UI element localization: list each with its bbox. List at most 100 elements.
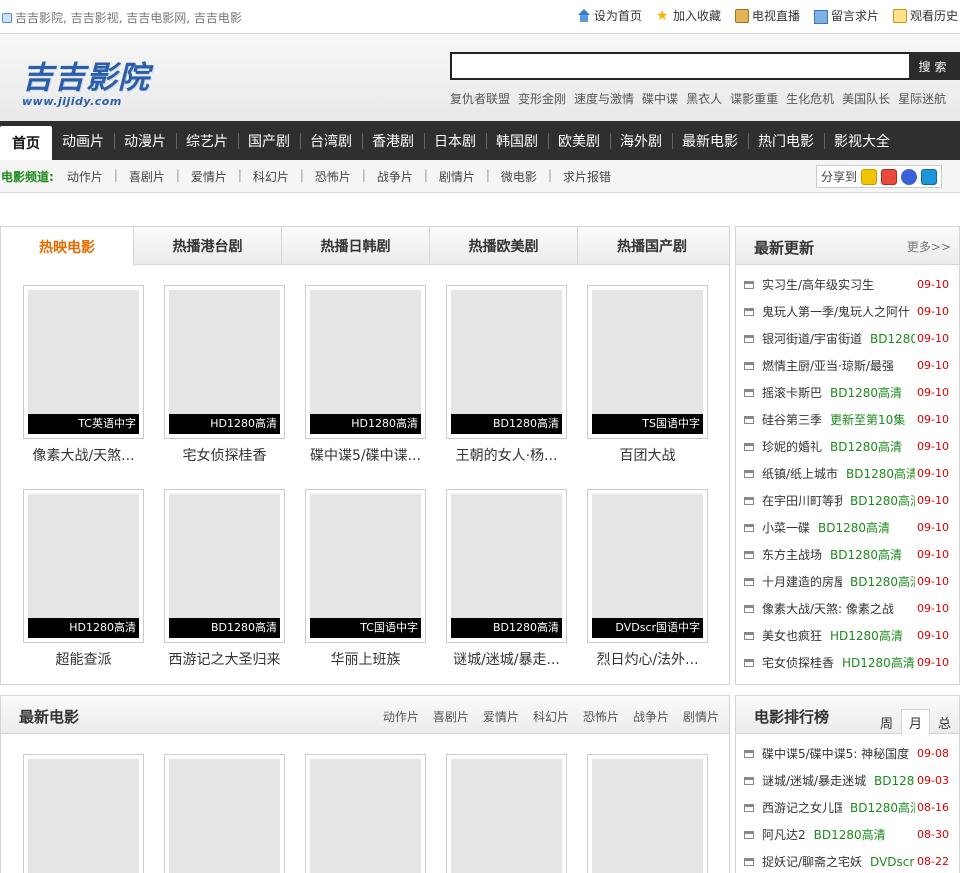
nav-item-animation[interactable]: 动画片 bbox=[52, 121, 114, 160]
movie-title[interactable]: 超能查派 bbox=[23, 649, 144, 671]
item-name[interactable]: 硅谷第三季 bbox=[762, 411, 822, 428]
movie-poster[interactable]: TS国语中字 bbox=[587, 285, 708, 439]
item-name[interactable]: 十月建造的房屋 bbox=[762, 573, 842, 590]
item-name[interactable]: 燃情主厨/亚当·琼斯/最强 bbox=[762, 357, 894, 374]
movie-card[interactable]: HD1280高清宅女侦探桂香 bbox=[164, 285, 285, 467]
movie-card[interactable]: BD1280高清 谜城/迷城/暴走... bbox=[446, 489, 567, 671]
hotword-link[interactable]: 谍影重重 bbox=[730, 90, 778, 107]
movie-poster[interactable] bbox=[587, 754, 708, 873]
category-link-action[interactable]: 动作片 bbox=[383, 708, 419, 725]
nav-item-latest-movies[interactable]: 最新电影 bbox=[672, 121, 748, 160]
subnav-micro-film[interactable]: 微电影 bbox=[486, 168, 550, 185]
item-name[interactable]: 实习生/高年级实习生 bbox=[762, 276, 874, 293]
item-name[interactable]: 纸镇/纸上城市 bbox=[762, 465, 838, 482]
movie-card[interactable]: TC国语中字 华丽上班族 bbox=[305, 489, 426, 671]
movie-card[interactable]: BD1280高清 西游记之大圣归来 bbox=[164, 489, 285, 671]
list-item[interactable]: 珍妮的婚礼 BD1280高清 09-10 bbox=[736, 433, 959, 460]
category-link-comedy[interactable]: 喜剧片 bbox=[433, 708, 469, 725]
movie-card[interactable] bbox=[446, 754, 567, 873]
tab-month[interactable]: 月 bbox=[901, 709, 930, 735]
movie-card[interactable]: BD1280高清王朝的女人·杨... bbox=[446, 285, 567, 467]
list-item[interactable]: 摇滚卡斯巴 BD1280高清 09-10 bbox=[736, 379, 959, 406]
category-link-scifi[interactable]: 科幻片 bbox=[533, 708, 569, 725]
movie-poster[interactable]: TC国语中字 bbox=[305, 489, 426, 643]
movie-poster[interactable]: BD1280高清 bbox=[446, 285, 567, 439]
movie-card[interactable] bbox=[23, 754, 144, 873]
movie-poster[interactable]: TC英语中字 bbox=[23, 285, 144, 439]
subnav-comedy[interactable]: 喜剧片 bbox=[114, 168, 178, 185]
item-name[interactable]: 阿凡达2 bbox=[762, 826, 806, 843]
tab-hot-movies[interactable]: 热映电影 bbox=[1, 227, 134, 266]
list-item[interactable]: 捉妖记/聊斋之宅妖 DVDscr 08-22 bbox=[736, 848, 959, 873]
movie-poster[interactable]: DVDscr国语中字 bbox=[587, 489, 708, 643]
qq-share-icon[interactable] bbox=[921, 168, 937, 185]
list-item[interactable]: 实习生/高年级实习生 09-10 bbox=[736, 271, 959, 298]
item-name[interactable]: 谜城/迷城/暴走迷城 bbox=[762, 772, 866, 789]
message-request-link[interactable]: 留言求片 bbox=[813, 7, 879, 24]
subnav-action[interactable]: 动作片 bbox=[54, 168, 116, 185]
subnav-scifi[interactable]: 科幻片 bbox=[238, 168, 302, 185]
movie-card[interactable]: DVDscr国语中字 烈日灼心/法外... bbox=[587, 489, 708, 671]
list-item[interactable]: 燃情主厨/亚当·琼斯/最强 09-10 bbox=[736, 352, 959, 379]
tv-live-link[interactable]: 电视直播 bbox=[734, 7, 800, 24]
nav-item-taiwan-drama[interactable]: 台湾剧 bbox=[300, 121, 362, 160]
subnav-romance[interactable]: 爱情片 bbox=[176, 168, 240, 185]
list-item[interactable]: 硅谷第三季 更新至第10集 09-10 bbox=[736, 406, 959, 433]
movie-card[interactable]: HD1280高清超能查派 bbox=[23, 489, 144, 671]
movie-title[interactable]: 百团大战 bbox=[587, 445, 708, 467]
list-item[interactable]: 美女也疯狂 HD1280高清 09-10 bbox=[736, 622, 959, 649]
nav-item-all[interactable]: 影视大全 bbox=[824, 121, 900, 160]
watch-history-link[interactable]: 观看历史 bbox=[892, 7, 958, 24]
movie-poster[interactable] bbox=[446, 754, 567, 873]
hotword-link[interactable]: 复仇者联盟 bbox=[450, 90, 510, 107]
item-name[interactable]: 鬼玩人第一季/鬼玩人之阿什 bbox=[762, 303, 910, 320]
list-item[interactable]: 碟中谍5/碟中谍5: 神秘国度 09-08 bbox=[736, 740, 959, 767]
list-item[interactable]: 谜城/迷城/暴走迷城 BD1280 09-03 bbox=[736, 767, 959, 794]
list-item[interactable]: 纸镇/纸上城市 BD1280高清 09-10 bbox=[736, 460, 959, 487]
movie-poster[interactable]: HD1280高清 bbox=[23, 489, 144, 643]
list-item[interactable]: 十月建造的房屋 BD1280高清 09-10 bbox=[736, 568, 959, 595]
movie-title[interactable]: 宅女侦探桂香 bbox=[164, 445, 285, 467]
item-name[interactable]: 像素大战/天煞: 像素之战 bbox=[762, 600, 894, 617]
item-name[interactable]: 东方主战场 bbox=[762, 546, 822, 563]
nav-item-mainland-drama[interactable]: 国产剧 bbox=[238, 121, 300, 160]
subnav-request-report[interactable]: 求片报错 bbox=[548, 168, 624, 185]
list-item[interactable]: 在宇田川町等我喔 BD1280高清09-10 bbox=[736, 487, 959, 514]
item-name[interactable]: 银河街道/宇宙街道 bbox=[762, 330, 862, 347]
nav-item-variety[interactable]: 综艺片 bbox=[176, 121, 238, 160]
movie-poster[interactable] bbox=[164, 754, 285, 873]
list-item[interactable]: 宅女侦探桂香 HD1280高清 09-10 bbox=[736, 649, 959, 676]
add-favorite-link[interactable]: ★ 加入收藏 bbox=[656, 7, 721, 24]
item-name[interactable]: 摇滚卡斯巴 bbox=[762, 384, 822, 401]
list-item[interactable]: 小菜一碟 BD1280高清 09-10 bbox=[736, 514, 959, 541]
nav-item-korea-drama[interactable]: 韩国剧 bbox=[486, 121, 548, 160]
tab-week[interactable]: 周 bbox=[872, 709, 901, 735]
hotword-link[interactable]: 生化危机 bbox=[786, 90, 834, 107]
movie-title[interactable]: 王朝的女人·杨... bbox=[446, 445, 567, 467]
movie-card[interactable] bbox=[587, 754, 708, 873]
nav-item-overseas-drama[interactable]: 海外剧 bbox=[610, 121, 672, 160]
movie-title[interactable]: 碟中谍5/碟中谍... bbox=[305, 445, 426, 467]
list-item[interactable]: 像素大战/天煞: 像素之战 09-10 bbox=[736, 595, 959, 622]
baidu-share-icon[interactable] bbox=[901, 168, 917, 185]
subnav-horror[interactable]: 恐怖片 bbox=[300, 168, 364, 185]
movie-poster[interactable]: HD1280高清 bbox=[164, 285, 285, 439]
search-button[interactable]: 搜索 bbox=[909, 52, 960, 80]
category-link-drama[interactable]: 剧情片 bbox=[683, 708, 719, 725]
movie-card[interactable]: TC英语中字 像素大战/天煞... bbox=[23, 285, 144, 467]
set-homepage-link[interactable]: 设为首页 bbox=[577, 7, 642, 24]
hotword-link[interactable]: 星际迷航 bbox=[898, 90, 946, 107]
tab-jp-kr-drama[interactable]: 热播日韩剧 bbox=[282, 227, 430, 265]
hotword-link[interactable]: 黑衣人 bbox=[686, 90, 722, 107]
item-name[interactable]: 小菜一碟 bbox=[762, 519, 810, 536]
movie-title[interactable]: 谜城/迷城/暴走... bbox=[446, 649, 567, 671]
site-logo[interactable]: 吉吉影院 www.jijidy.com bbox=[22, 52, 150, 108]
movie-poster[interactable]: HD1280高清 bbox=[305, 285, 426, 439]
list-item[interactable]: 银河街道/宇宙街道 BD1280 09-10 bbox=[736, 325, 959, 352]
item-name[interactable]: 美女也疯狂 bbox=[762, 627, 822, 644]
movie-card[interactable]: TS国语中字百团大战 bbox=[587, 285, 708, 467]
subnav-drama[interactable]: 剧情片 bbox=[424, 168, 488, 185]
category-link-war[interactable]: 战争片 bbox=[633, 708, 669, 725]
weibo-share-icon[interactable] bbox=[881, 168, 897, 185]
movie-card[interactable] bbox=[305, 754, 426, 873]
